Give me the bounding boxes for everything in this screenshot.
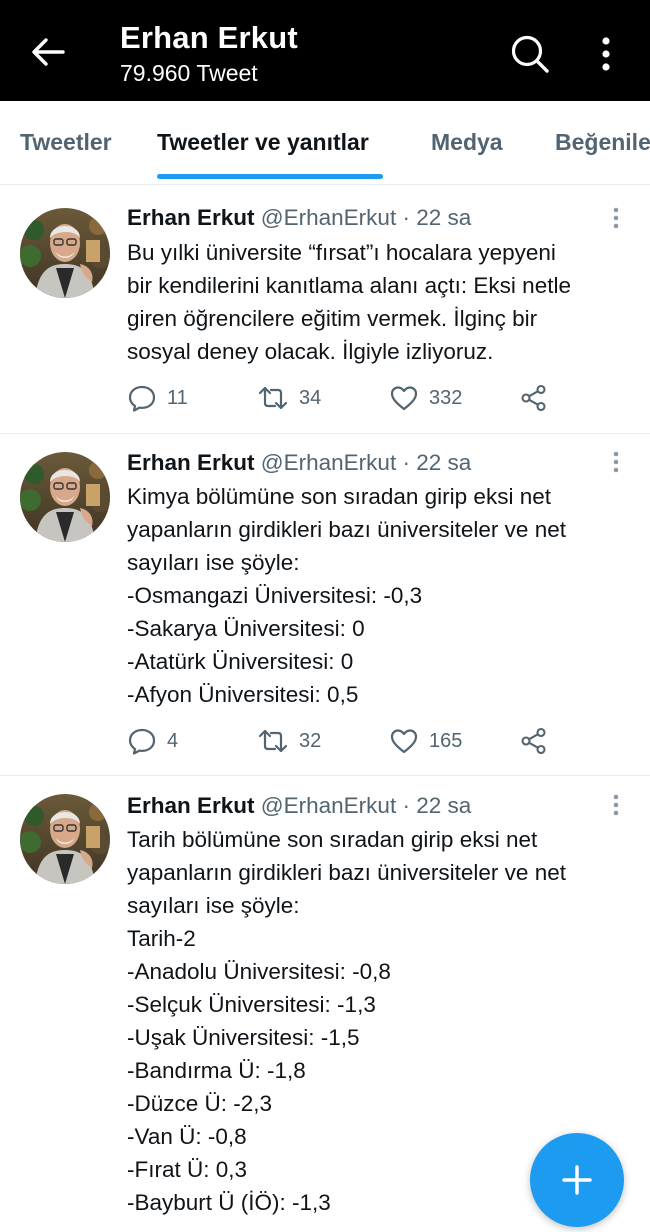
more-vertical-icon	[613, 451, 619, 473]
more-vertical-icon	[613, 794, 619, 816]
tweet-line: -Düzce Ü: -2,3	[127, 1091, 273, 1116]
reply-icon	[128, 728, 156, 755]
plus-icon	[562, 1165, 592, 1195]
tweet-card[interactable]: Erhan Erkut @ErhanErkut · 22 sa Bu yılki…	[0, 186, 650, 434]
tweet-header: Erhan Erkut @ErhanErkut · 22 sa	[127, 448, 471, 478]
tweet-options-button[interactable]	[606, 204, 626, 234]
tweet-line: -Bandırma Ü: -1,8	[127, 1058, 306, 1083]
back-button[interactable]	[26, 30, 70, 74]
reply-button[interactable]: 11	[127, 381, 188, 415]
reply-button[interactable]: 4	[127, 724, 178, 758]
tweet-line: Kimya bölümüne son sıradan girip eksi ne…	[127, 484, 551, 509]
tab-tweets-and-replies[interactable]: Tweetler ve yanıtlar	[157, 127, 369, 157]
tweet-line: -Osmangazi Üniversitesi: -0,3	[127, 583, 423, 608]
active-tab-indicator	[157, 174, 383, 179]
retweet-count: 32	[299, 729, 322, 752]
tweet-options-button[interactable]	[606, 791, 626, 821]
profile-name: Erhan Erkut	[120, 20, 298, 55]
tweet-actions: 11 34 332	[127, 381, 632, 415]
tab-tweets[interactable]: Tweetler	[20, 127, 112, 157]
tweet-line: giren öğrencilere eğitim vermek. İlginç …	[127, 306, 538, 331]
tweet-header: Erhan Erkut @ErhanErkut · 22 sa	[127, 791, 471, 821]
tweet-text: Kimya bölümüne son sıradan girip eksi ne…	[127, 480, 632, 711]
tweet-line: -Selçuk Üniversitesi: -1,3	[127, 992, 376, 1017]
tweet-text: Bu yılki üniversite “fırsat”ı hocalara y…	[127, 236, 632, 368]
tweet-line: bir kendilerini kanıtlama alanı açtı: Ek…	[127, 273, 571, 298]
retweet-icon	[258, 386, 288, 410]
avatar[interactable]	[20, 208, 110, 298]
tweet-count: 79.960 Tweet	[120, 60, 258, 86]
author-handle-time: @ErhanErkut · 22 sa	[260, 450, 472, 475]
author-name[interactable]: Erhan Erkut	[127, 450, 255, 475]
tweet-line: yapanların girdikleri bazı üniversiteler…	[127, 860, 566, 885]
like-icon	[390, 386, 418, 411]
tweet-actions: 4 32 165	[127, 724, 632, 758]
tweet-line: -Afyon Üniversitesi: 0,5	[127, 682, 359, 707]
share-icon	[521, 384, 546, 412]
more-vertical-icon	[613, 207, 619, 229]
like-count: 165	[429, 729, 463, 752]
tweet-line: -Sakarya Üniversitesi: 0	[127, 616, 365, 641]
search-button[interactable]	[508, 32, 552, 76]
author-handle-time: @ErhanErkut · 22 sa	[260, 793, 472, 818]
retweet-button[interactable]: 34	[257, 381, 321, 415]
reply-count: 11	[167, 386, 188, 409]
tweet-line: sosyal deney olacak. İlgiyle izliyoruz.	[127, 339, 494, 364]
share-icon	[521, 727, 546, 755]
retweet-count: 34	[299, 386, 322, 409]
more-options-button[interactable]	[588, 32, 624, 76]
author-name[interactable]: Erhan Erkut	[127, 793, 255, 818]
search-icon	[511, 35, 549, 73]
tweet-line: Bu yılki üniversite “fırsat”ı hocalara y…	[127, 240, 556, 265]
header-title-block: Erhan Erkut 79.960 Tweet	[120, 20, 298, 88]
like-icon	[390, 729, 418, 754]
more-vertical-icon	[602, 37, 610, 71]
tweet-line: sayıları ise şöyle:	[127, 893, 300, 918]
compose-tweet-button[interactable]	[530, 1133, 624, 1227]
profile-tabs: Tweetler Tweetler ve yanıtlar Medya Beğe…	[0, 101, 650, 185]
tweet-line: yapanların girdikleri bazı üniversiteler…	[127, 517, 566, 542]
author-name[interactable]: Erhan Erkut	[127, 205, 255, 230]
tab-likes[interactable]: Beğeniler	[555, 127, 650, 157]
like-button[interactable]: 165	[389, 724, 462, 758]
share-button[interactable]	[519, 724, 549, 758]
tweet-card[interactable]: Erhan Erkut @ErhanErkut · 22 sa Kimya bö…	[0, 434, 650, 776]
retweet-button[interactable]: 32	[257, 724, 321, 758]
tweet-line: -Uşak Üniversitesi: -1,5	[127, 1025, 360, 1050]
reply-icon	[128, 385, 156, 412]
retweet-icon	[258, 729, 288, 753]
tweet-line: Tarih-2	[127, 926, 196, 951]
tab-media[interactable]: Medya	[431, 127, 503, 157]
avatar[interactable]	[20, 794, 110, 884]
tweet-line: sayıları ise şöyle:	[127, 550, 300, 575]
like-button[interactable]: 332	[389, 381, 462, 415]
back-arrow-icon	[32, 38, 65, 66]
author-handle-time: @ErhanErkut · 22 sa	[260, 205, 472, 230]
tweet-header: Erhan Erkut @ErhanErkut · 22 sa	[127, 203, 471, 233]
tweet-line: -Atatürk Üniversitesi: 0	[127, 649, 354, 674]
tweet-line: Tarih bölümüne son sıradan girip eksi ne…	[127, 827, 538, 852]
profile-header: Erhan Erkut 79.960 Tweet	[0, 0, 650, 101]
share-button[interactable]	[519, 381, 549, 415]
reply-count: 4	[167, 729, 179, 752]
tweet-line: -Anadolu Üniversitesi: -0,8	[127, 959, 391, 984]
like-count: 332	[429, 386, 463, 409]
avatar[interactable]	[20, 452, 110, 542]
tweet-options-button[interactable]	[606, 448, 626, 478]
